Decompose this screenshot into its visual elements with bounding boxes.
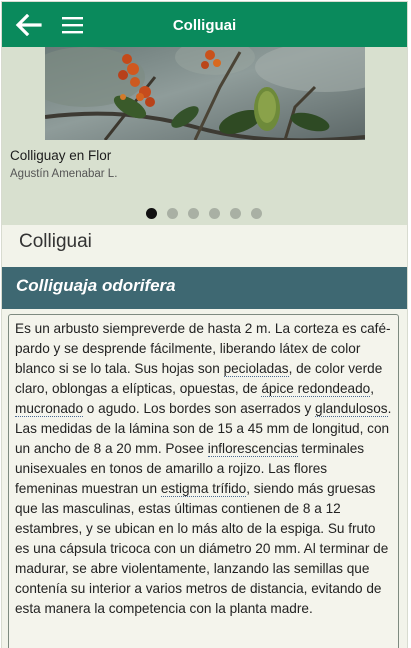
glossary-link-glandulosos[interactable]: glandulosos — [315, 401, 388, 417]
plant-photo — [45, 47, 365, 140]
carousel-dot-3[interactable] — [188, 208, 199, 219]
common-name-heading: Colliguai — [19, 231, 92, 252]
description-text: o agudo. Los bordes son aserrados y — [83, 401, 316, 416]
top-app-bar: Colliguai — [2, 2, 407, 47]
arrow-left-icon — [15, 13, 42, 37]
glossary-link-inflorescencias[interactable]: inflorescencias — [207, 441, 298, 457]
hamburger-menu-icon — [62, 17, 83, 34]
carousel-dot-1[interactable] — [146, 208, 157, 219]
scientific-name: Colliguaja odorifera — [16, 276, 176, 295]
menu-button[interactable] — [61, 15, 85, 35]
description-text: , — [370, 381, 374, 396]
carousel-pagination — [146, 208, 262, 219]
carousel-dot-6[interactable] — [251, 208, 262, 219]
glossary-link-estigma-trifido[interactable]: estigma trífido — [160, 481, 247, 497]
description-text: , siendo más gruesas que las masculinas,… — [15, 481, 389, 616]
image-carousel[interactable]: Colliguay en Flor Agustín Amenabar L. — [2, 47, 407, 225]
app-frame: Colliguai Colliguay en Flor Agustín Amen… — [2, 2, 407, 648]
photo-credit: Agustín Amenabar L. — [10, 168, 118, 180]
carousel-dot-4[interactable] — [209, 208, 220, 219]
glossary-link-mucronado[interactable]: mucronado — [15, 401, 84, 417]
back-button[interactable] — [14, 13, 42, 37]
description-box[interactable]: Es un arbusto siempreverde de hasta 2 m.… — [8, 314, 399, 648]
glossary-link-apice-redondeado[interactable]: ápice redondeado — [261, 381, 371, 397]
photo-caption: Colliguay en Flor — [10, 148, 112, 163]
carousel-dot-2[interactable] — [167, 208, 178, 219]
carousel-dot-5[interactable] — [230, 208, 241, 219]
glossary-link-pecioladas[interactable]: pecioladas — [223, 361, 289, 377]
